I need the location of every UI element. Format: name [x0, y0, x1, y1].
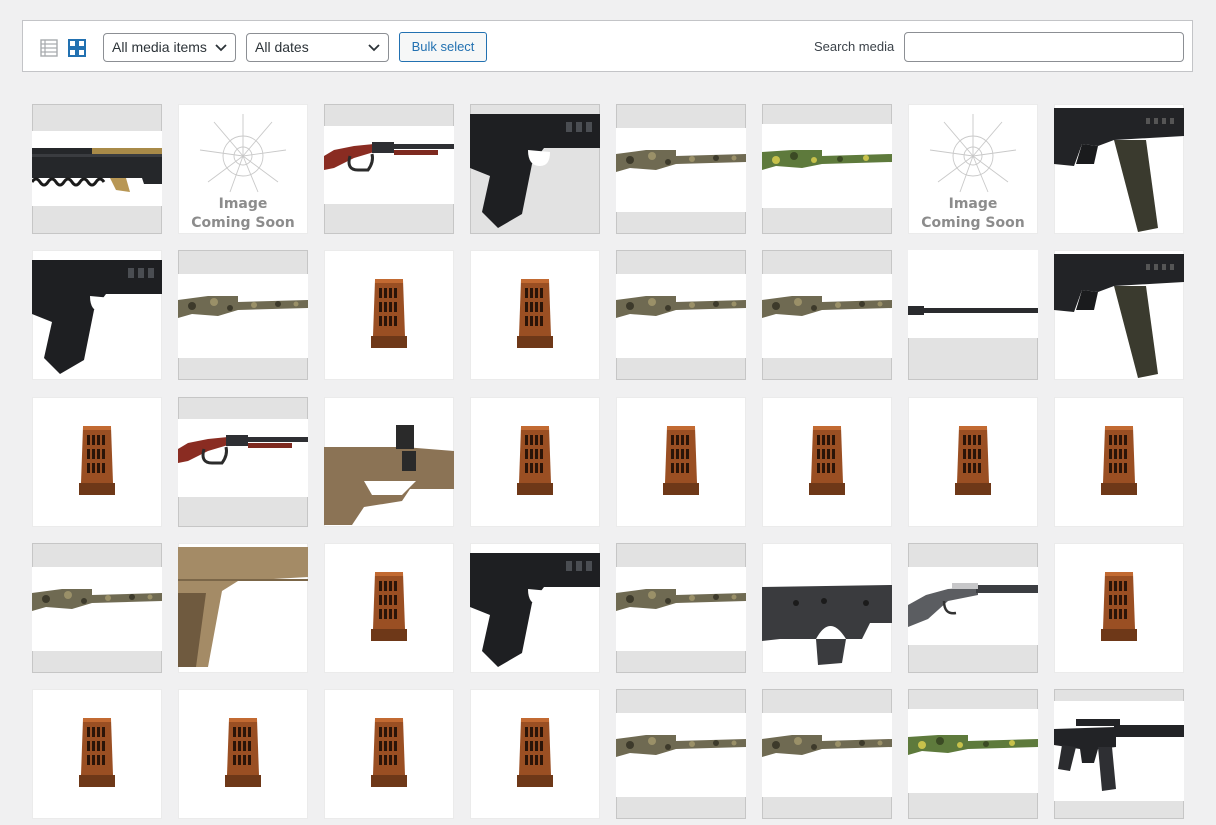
media-thumbnail — [225, 718, 261, 787]
media-attachment[interactable] — [1054, 689, 1184, 819]
chevron-down-icon — [368, 44, 380, 52]
date-filter[interactable]: All dates — [246, 33, 389, 62]
media-attachment[interactable] — [178, 689, 308, 819]
bulk-select-button[interactable]: Bulk select — [399, 32, 487, 62]
media-attachment[interactable] — [908, 543, 1038, 673]
media-thumbnail — [32, 131, 162, 206]
media-thumbnail — [1101, 426, 1137, 495]
media-thumbnail — [79, 426, 115, 495]
media-attachment[interactable]: Image Coming Soon — [178, 104, 308, 234]
media-thumbnail — [616, 713, 746, 797]
media-thumbnail — [371, 718, 407, 787]
media-thumbnail: Image Coming Soon — [191, 114, 295, 231]
placeholder-line2: Coming Soon — [921, 215, 1024, 231]
media-thumbnail — [517, 426, 553, 495]
media-attachment[interactable] — [470, 689, 600, 819]
media-attachment[interactable]: Image Coming Soon — [908, 104, 1038, 234]
media-thumbnail — [908, 250, 1038, 338]
media-thumbnail — [470, 114, 600, 228]
media-thumbnail — [1101, 572, 1137, 641]
media-attachment[interactable] — [908, 689, 1038, 819]
media-attachment[interactable] — [178, 397, 308, 527]
search-media-input[interactable] — [904, 32, 1184, 62]
media-attachment[interactable] — [178, 250, 308, 380]
media-thumbnail — [1054, 701, 1184, 801]
media-attachment[interactable] — [324, 397, 454, 527]
media-thumbnail — [762, 124, 892, 208]
media-attachment[interactable] — [616, 250, 746, 380]
media-attachment[interactable] — [32, 397, 162, 527]
media-type-filter-value: All media items — [112, 39, 207, 55]
grid-view-button[interactable] — [66, 37, 88, 59]
media-attachment[interactable] — [470, 397, 600, 527]
media-thumbnail — [32, 567, 162, 651]
media-attachment[interactable] — [908, 397, 1038, 527]
media-thumbnail — [178, 547, 308, 667]
media-attachment[interactable] — [324, 104, 454, 234]
media-attachment[interactable] — [178, 543, 308, 673]
list-view-icon — [40, 39, 58, 57]
media-thumbnail — [1054, 108, 1184, 232]
media-attachment[interactable] — [324, 250, 454, 380]
media-attachment[interactable] — [908, 250, 1038, 380]
media-thumbnail — [908, 709, 1038, 793]
media-thumbnail — [762, 585, 892, 665]
media-thumbnail — [32, 260, 162, 374]
media-attachment[interactable] — [32, 250, 162, 380]
media-attachment[interactable] — [470, 543, 600, 673]
media-attachment[interactable] — [762, 397, 892, 527]
media-attachment[interactable] — [762, 104, 892, 234]
media-thumbnail — [955, 426, 991, 495]
media-attachment[interactable] — [1054, 397, 1184, 527]
placeholder-line1: Image — [949, 196, 998, 212]
media-thumbnail — [616, 128, 746, 212]
media-thumbnail — [178, 274, 308, 358]
date-filter-value: All dates — [255, 39, 309, 55]
media-attachment[interactable] — [762, 543, 892, 673]
media-type-filter[interactable]: All media items — [103, 33, 236, 62]
media-thumbnail — [178, 419, 308, 497]
media-thumbnail — [809, 426, 845, 495]
media-thumbnail — [371, 279, 407, 348]
media-attachment[interactable] — [616, 104, 746, 234]
media-thumbnail — [663, 426, 699, 495]
placeholder-line1: Image — [219, 196, 268, 212]
media-thumbnail — [908, 567, 1038, 645]
media-thumbnail — [762, 713, 892, 797]
media-thumbnail — [762, 274, 892, 358]
media-attachment[interactable] — [324, 543, 454, 673]
media-thumbnail — [616, 567, 746, 651]
chevron-down-icon — [215, 44, 227, 52]
media-attachment[interactable] — [762, 689, 892, 819]
media-thumbnail — [371, 572, 407, 641]
media-thumbnail — [1054, 254, 1184, 378]
media-attachment[interactable] — [762, 250, 892, 380]
media-attachment[interactable] — [1054, 250, 1184, 380]
media-attachment[interactable] — [32, 543, 162, 673]
media-thumbnail — [79, 718, 115, 787]
media-attachment[interactable] — [32, 104, 162, 234]
media-thumbnail — [470, 553, 600, 667]
media-thumbnail — [616, 274, 746, 358]
placeholder-line2: Coming Soon — [191, 215, 294, 231]
media-attachment[interactable] — [324, 689, 454, 819]
media-toolbar: All media items All dates Bulk select Se… — [22, 20, 1193, 72]
media-attachment[interactable] — [616, 397, 746, 527]
grid-view-icon — [68, 39, 86, 57]
media-attachment[interactable] — [32, 689, 162, 819]
media-thumbnail — [324, 126, 454, 204]
media-attachment[interactable] — [616, 689, 746, 819]
media-thumbnail: Image Coming Soon — [921, 114, 1025, 231]
media-attachment[interactable] — [1054, 543, 1184, 673]
media-thumbnail — [324, 425, 454, 525]
media-attachment[interactable] — [470, 250, 600, 380]
search-media-label: Search media — [814, 39, 895, 54]
media-attachment[interactable] — [470, 104, 600, 234]
media-attachment[interactable] — [616, 543, 746, 673]
list-view-button[interactable] — [38, 37, 60, 59]
media-thumbnail — [517, 718, 553, 787]
media-thumbnail — [517, 279, 553, 348]
media-attachment[interactable] — [1054, 104, 1184, 234]
